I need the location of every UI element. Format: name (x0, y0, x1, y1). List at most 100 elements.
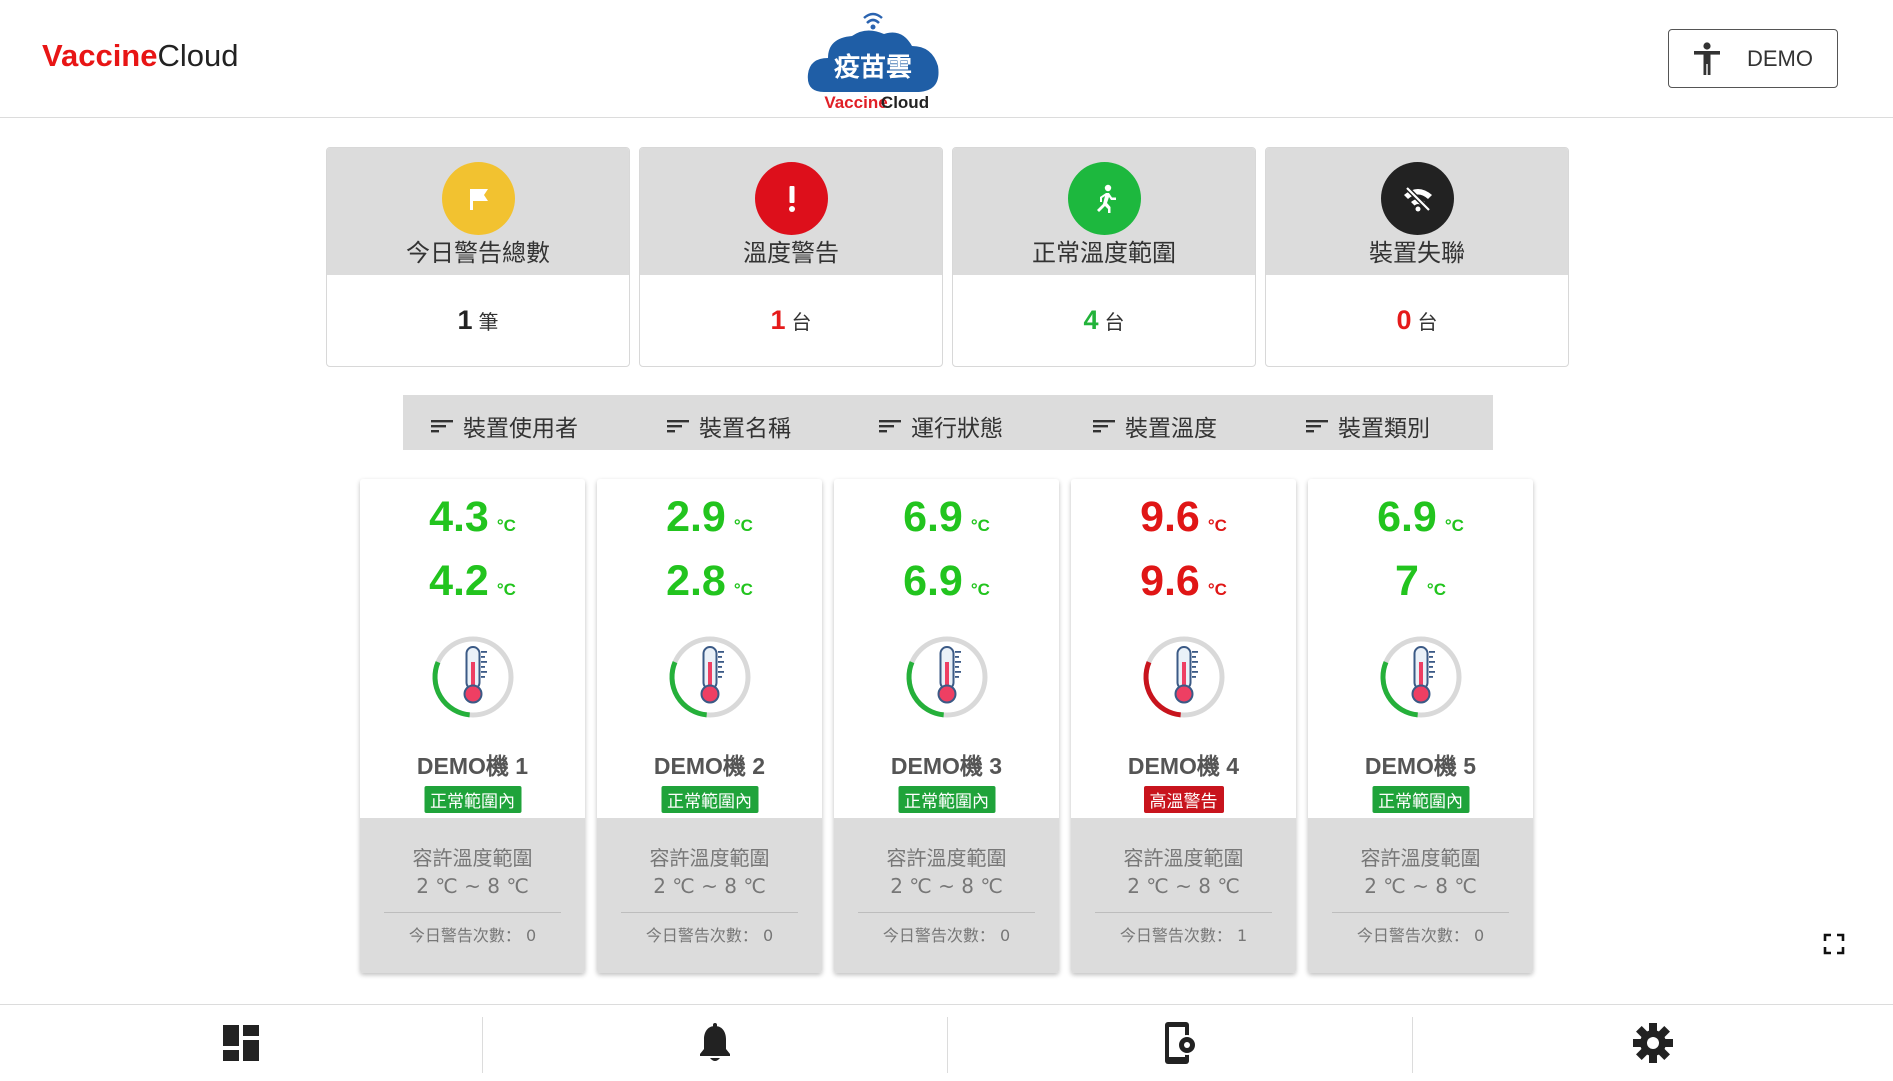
fullscreen-icon[interactable] (1822, 932, 1846, 956)
brand-part2: Cloud (157, 38, 239, 73)
today-alerts-label: 今日警告次數： (408, 926, 521, 945)
temperature-unit: °C (496, 580, 516, 599)
status-badge: 高溫警告 (1143, 786, 1224, 813)
sort-icon (879, 420, 901, 433)
temperature-unit: °C (1426, 580, 1446, 599)
today-alerts: 今日警告次數： 1 (1071, 922, 1296, 946)
divider (384, 912, 561, 913)
thermometer-gauge-icon (669, 636, 751, 718)
allowed-range-label: 容許溫度範圍 (412, 846, 533, 870)
allowed-range-label: 容許溫度範圍 (886, 846, 1007, 870)
device-card-footer: 容許溫度範圍 2 ℃ ~ 8 ℃ 今日警告次數： 0 (360, 818, 585, 973)
temperature-value: 6.9 (1377, 493, 1437, 541)
device-name: DEMO機 1 (416, 753, 529, 779)
sort-by-status[interactable]: 運行狀態 (879, 409, 1003, 443)
device-card-1[interactable]: 4.3 °C 4.2 °C DEMO機 1 正常範圍內 容許溫度範圍 2 ℃ ~ 8… (360, 479, 585, 973)
summary-unit: 台 (1417, 310, 1438, 334)
summary-value: 4 (1083, 305, 1099, 335)
wifi-off-icon (1381, 162, 1454, 235)
sort-icon (1306, 420, 1328, 433)
today-alerts-count: 0 (1473, 926, 1485, 945)
sort-by-temperature[interactable]: 裝置溫度 (1093, 409, 1217, 443)
summary-title: 正常溫度範圍 (1032, 239, 1176, 267)
allowed-range-value: 2 ℃ ~ 8 ℃ (653, 874, 766, 898)
summary-title: 裝置失聯 (1369, 239, 1465, 267)
sort-by-category[interactable]: 裝置類別 (1306, 409, 1430, 443)
device-card-footer: 容許溫度範圍 2 ℃ ~ 8 ℃ 今日警告次數： 1 (1071, 818, 1296, 973)
device-temperature-2: 2.8 °C (597, 557, 822, 606)
temperature-value: 7 (1395, 557, 1419, 605)
sort-label: 裝置類別 (1338, 416, 1430, 442)
summary-card-disconnected: 裝置失聯 0台 (1265, 147, 1569, 367)
summary-card-normal-range: 正常溫度範圍 4台 (952, 147, 1256, 367)
app-header: VaccineCloud 疫苗雲 Vaccine Cloud DEMO (0, 0, 1893, 118)
device-card-footer: 容許溫度範圍 2 ℃ ~ 8 ℃ 今日警告次數： 0 (1308, 818, 1533, 973)
today-alerts-label: 今日警告次數： (645, 926, 758, 945)
nav-dashboard[interactable] (0, 1005, 482, 1081)
temperature-value: 6.9 (903, 493, 963, 541)
sort-by-name[interactable]: 裝置名稱 (667, 409, 791, 443)
allowed-range-label: 容許溫度範圍 (1360, 846, 1481, 870)
temperature-unit: °C (1207, 580, 1227, 599)
divider (1332, 912, 1509, 913)
nav-devices[interactable] (947, 1005, 1412, 1081)
sort-label: 裝置使用者 (463, 416, 578, 442)
flag-icon (442, 162, 515, 235)
allowed-range-label: 容許溫度範圍 (649, 846, 770, 870)
summary-title: 今日警告總數 (406, 239, 550, 267)
thermometer-gauge-icon (906, 636, 988, 718)
summary-unit: 台 (1104, 310, 1125, 334)
temperature-unit: °C (1207, 516, 1227, 535)
device-card-5[interactable]: 6.9 °C 7 °C DEMO機 5 正常範圍內 容許溫度範圍 2 ℃ ~ 8 ℃… (1308, 479, 1533, 973)
sort-bar: 裝置使用者 裝置名稱 運行狀態 裝置溫度 裝置類別 (403, 395, 1493, 450)
temperature-value: 6.9 (903, 557, 963, 605)
logo-text-en2: Cloud (881, 93, 929, 112)
today-alerts-count: 1 (1236, 926, 1248, 945)
sort-label: 運行狀態 (911, 416, 1003, 442)
device-card-3[interactable]: 6.9 °C 6.9 °C DEMO機 3 正常範圍內 容許溫度範圍 2 ℃ ~ 8… (834, 479, 1059, 973)
today-alerts: 今日警告次數： 0 (360, 922, 585, 946)
temperature-unit: °C (733, 580, 753, 599)
summary-card-temp-alerts: 溫度警告 1台 (639, 147, 943, 367)
vaccinecloud-logo: 疫苗雲 Vaccine Cloud (807, 12, 939, 112)
gear-icon (1632, 1023, 1673, 1063)
temperature-value: 9.6 (1140, 493, 1200, 541)
allowed-range-value: 2 ℃ ~ 8 ℃ (416, 874, 529, 898)
today-alerts-count: 0 (525, 926, 537, 945)
sort-label: 裝置溫度 (1125, 416, 1217, 442)
summary-value: 0 (1396, 305, 1412, 335)
temperature-value: 2.9 (666, 493, 726, 541)
sort-icon (431, 420, 453, 433)
temperature-value: 9.6 (1140, 557, 1200, 605)
status-badge: 正常範圍內 (661, 786, 758, 813)
today-alerts-count: 0 (762, 926, 774, 945)
sort-icon (1093, 420, 1115, 433)
nav-settings[interactable] (1412, 1005, 1893, 1081)
summary-value: 1 (457, 305, 473, 335)
device-card-4[interactable]: 9.6 °C 9.6 °C DEMO機 4 高溫警告 容許溫度範圍 2 ℃ ~ 8 … (1071, 479, 1296, 973)
today-alerts-label: 今日警告次數： (882, 926, 995, 945)
device-card-footer: 容許溫度範圍 2 ℃ ~ 8 ℃ 今日警告次數： 0 (597, 818, 822, 973)
device-name: DEMO機 4 (1127, 753, 1240, 779)
device-card-2[interactable]: 2.9 °C 2.8 °C DEMO機 2 正常範圍內 容許溫度範圍 2 ℃ ~ 8… (597, 479, 822, 973)
today-alerts-label: 今日警告次數： (1119, 926, 1232, 945)
user-button[interactable]: DEMO (1668, 29, 1838, 88)
brand-part1: Vaccine (42, 38, 158, 73)
thermometer-gauge-icon (1143, 636, 1225, 718)
device-temperature-1: 2.9 °C (597, 493, 822, 542)
today-alerts: 今日警告次數： 0 (597, 922, 822, 946)
allowed-range-value: 2 ℃ ~ 8 ℃ (1127, 874, 1240, 898)
running-person-icon (1068, 162, 1141, 235)
allowed-range-label: 容許溫度範圍 (1123, 846, 1244, 870)
temperature-unit: °C (970, 580, 990, 599)
nav-alerts[interactable] (482, 1005, 947, 1081)
sort-by-user[interactable]: 裝置使用者 (431, 409, 578, 443)
allowed-range-value: 2 ℃ ~ 8 ℃ (1364, 874, 1477, 898)
today-alerts: 今日警告次數： 0 (1308, 922, 1533, 946)
device-name: DEMO機 5 (1364, 753, 1477, 779)
device-settings-icon (1164, 1022, 1197, 1064)
summary-value: 1 (770, 305, 786, 335)
device-temperature-2: 7 °C (1308, 557, 1533, 606)
exclamation-icon (755, 162, 828, 235)
sort-label: 裝置名稱 (699, 416, 791, 442)
